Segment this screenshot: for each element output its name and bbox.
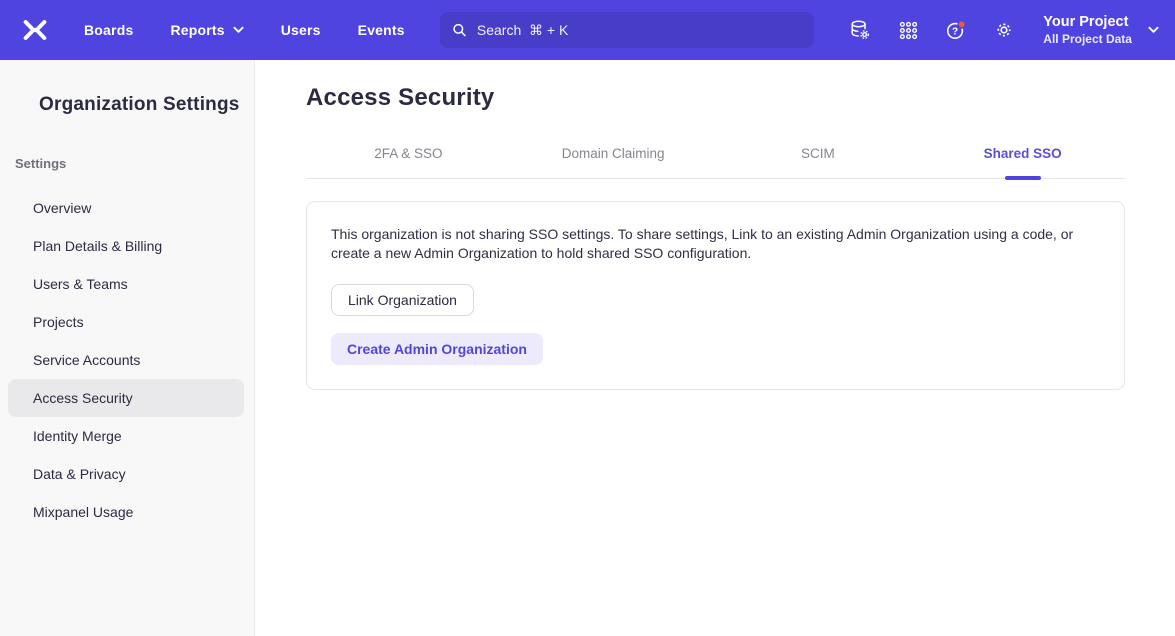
sidebar-title: Organization Settings	[0, 94, 254, 116]
active-tab-underline	[1005, 176, 1041, 180]
tab-domain-claiming[interactable]: Domain Claiming	[511, 132, 716, 178]
main-content: Access Security 2FA & SSO Domain Claimin…	[255, 60, 1175, 636]
tab-label: Shared SSO	[984, 146, 1062, 161]
sidebar-item-mixpanel-usage[interactable]: Mixpanel Usage	[8, 493, 244, 531]
project-switcher[interactable]: Your Project All Project Data	[1043, 13, 1159, 46]
nav-item-users[interactable]: Users	[281, 22, 321, 38]
chevron-down-icon	[233, 26, 244, 34]
shared-sso-description: This organization is not sharing SSO set…	[331, 225, 1100, 263]
global-search[interactable]	[440, 12, 814, 48]
help-icon[interactable]: ?	[945, 19, 967, 41]
project-switcher-text: Your Project All Project Data	[1043, 13, 1132, 46]
sidebar-nav: Overview Plan Details & Billing Users & …	[0, 189, 254, 531]
tab-shared-sso[interactable]: Shared SSO	[920, 132, 1125, 178]
tab-scim[interactable]: SCIM	[716, 132, 921, 178]
sidebar-item-users-teams[interactable]: Users & Teams	[8, 265, 244, 303]
access-security-tabs: 2FA & SSO Domain Claiming SCIM Shared SS…	[306, 132, 1125, 179]
tab-2fa-sso[interactable]: 2FA & SSO	[306, 132, 511, 178]
mixpanel-logo[interactable]	[20, 17, 50, 43]
svg-text:?: ?	[952, 27, 958, 38]
nav-item-label: Events	[358, 22, 405, 38]
shared-sso-card: This organization is not sharing SSO set…	[306, 201, 1125, 390]
sidebar-item-plan-details-billing[interactable]: Plan Details & Billing	[8, 227, 244, 265]
sidebar-item-identity-merge[interactable]: Identity Merge	[8, 417, 244, 455]
data-management-icon[interactable]	[849, 19, 871, 41]
search-icon	[452, 22, 467, 38]
nav-item-label: Reports	[170, 22, 224, 38]
settings-gear-icon[interactable]	[993, 19, 1015, 41]
nav-item-reports[interactable]: Reports	[170, 22, 243, 38]
sidebar-item-access-security[interactable]: Access Security	[8, 379, 244, 417]
topnav-icon-group: ?	[849, 19, 1015, 41]
link-organization-button[interactable]: Link Organization	[331, 284, 474, 316]
notification-dot	[958, 21, 965, 28]
primary-nav: Boards Reports Users Events	[84, 22, 405, 38]
card-actions: Link Organization Create Admin Organizat…	[331, 263, 1100, 365]
sidebar-item-data-privacy[interactable]: Data & Privacy	[8, 455, 244, 493]
nav-item-label: Boards	[84, 22, 133, 38]
search-input[interactable]	[477, 22, 802, 38]
create-admin-organization-button[interactable]: Create Admin Organization	[331, 333, 543, 365]
page-title: Access Security	[306, 84, 1125, 112]
chevron-down-icon	[1148, 26, 1159, 34]
apps-grid-icon[interactable]	[897, 19, 919, 41]
sidebar-item-overview[interactable]: Overview	[8, 189, 244, 227]
settings-sidebar: Organization Settings Settings Overview …	[0, 60, 255, 636]
page-body: Organization Settings Settings Overview …	[0, 60, 1175, 636]
sidebar-item-projects[interactable]: Projects	[8, 303, 244, 341]
nav-item-boards[interactable]: Boards	[84, 22, 133, 38]
tab-label: Domain Claiming	[562, 146, 665, 161]
project-data-view: All Project Data	[1043, 32, 1132, 47]
tab-label: 2FA & SSO	[374, 146, 442, 161]
nav-item-label: Users	[281, 22, 321, 38]
sidebar-section-label: Settings	[0, 156, 254, 171]
nav-item-events[interactable]: Events	[358, 22, 405, 38]
top-navigation-bar: Boards Reports Users Events	[0, 0, 1175, 60]
mixpanel-logo-icon	[20, 17, 50, 43]
tab-label: SCIM	[801, 146, 835, 161]
sidebar-item-service-accounts[interactable]: Service Accounts	[8, 341, 244, 379]
project-name: Your Project	[1043, 13, 1132, 31]
